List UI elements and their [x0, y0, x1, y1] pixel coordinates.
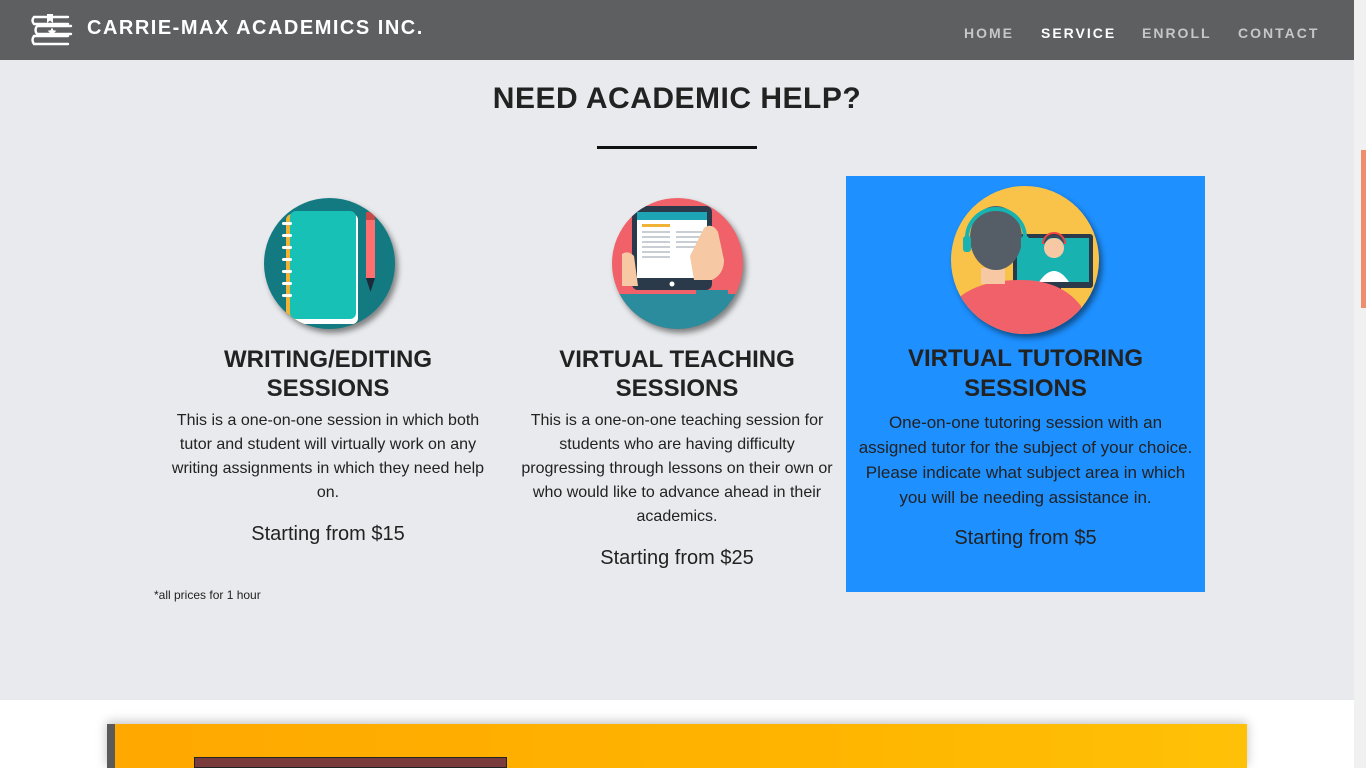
tablet-ebook-icon: [612, 198, 743, 329]
card-title: VIRTUAL TEACHING SESSIONS: [559, 346, 795, 402]
books-logo-icon[interactable]: [30, 14, 74, 48]
card-title: WRITING/EDITING SESSIONS: [224, 346, 432, 402]
service-card-teaching: VIRTUAL TEACHING SESSIONS This is a one-…: [502, 180, 852, 580]
card-description: One-on-one tutoring session with an assi…: [858, 413, 1193, 507]
scrollbar-thumb[interactable]: [1361, 150, 1366, 308]
service-card-writing: WRITING/EDITING SESSIONS This is a one-o…: [154, 180, 502, 560]
banner-image-frame: [194, 757, 507, 768]
nav-home[interactable]: HOME: [964, 25, 1014, 41]
card-price: Starting from $15: [251, 523, 405, 545]
nav-service[interactable]: SERVICE: [1041, 25, 1116, 41]
nav-enroll[interactable]: ENROLL: [1142, 25, 1212, 41]
card-description: This is a one-on-one session in which bo…: [171, 412, 485, 501]
card-price: Starting from $5: [954, 527, 1097, 549]
top-navbar: CARRIE-MAX ACADEMICS INC. HOME SERVICE E…: [0, 0, 1354, 60]
card-title: VIRTUAL TUTORING SESSIONS: [907, 345, 1144, 402]
title-divider: [597, 146, 757, 149]
brand-name[interactable]: CARRIE-MAX ACADEMICS INC.: [87, 17, 424, 40]
video-tutoring-icon: [951, 186, 1099, 334]
page-scrollbar[interactable]: [1354, 0, 1366, 768]
card-description: This is a one-on-one teaching session fo…: [521, 412, 833, 525]
card-price: Starting from $25: [600, 547, 754, 569]
section-title: NEED ACADEMIC HELP?: [492, 82, 862, 115]
price-note: *all prices for 1 hour: [154, 588, 261, 602]
notebook-pencil-icon: [264, 198, 395, 329]
service-card-tutoring[interactable]: VIRTUAL TUTORING SESSIONS One-on-one tut…: [846, 176, 1205, 592]
nav-contact[interactable]: CONTACT: [1238, 25, 1319, 41]
